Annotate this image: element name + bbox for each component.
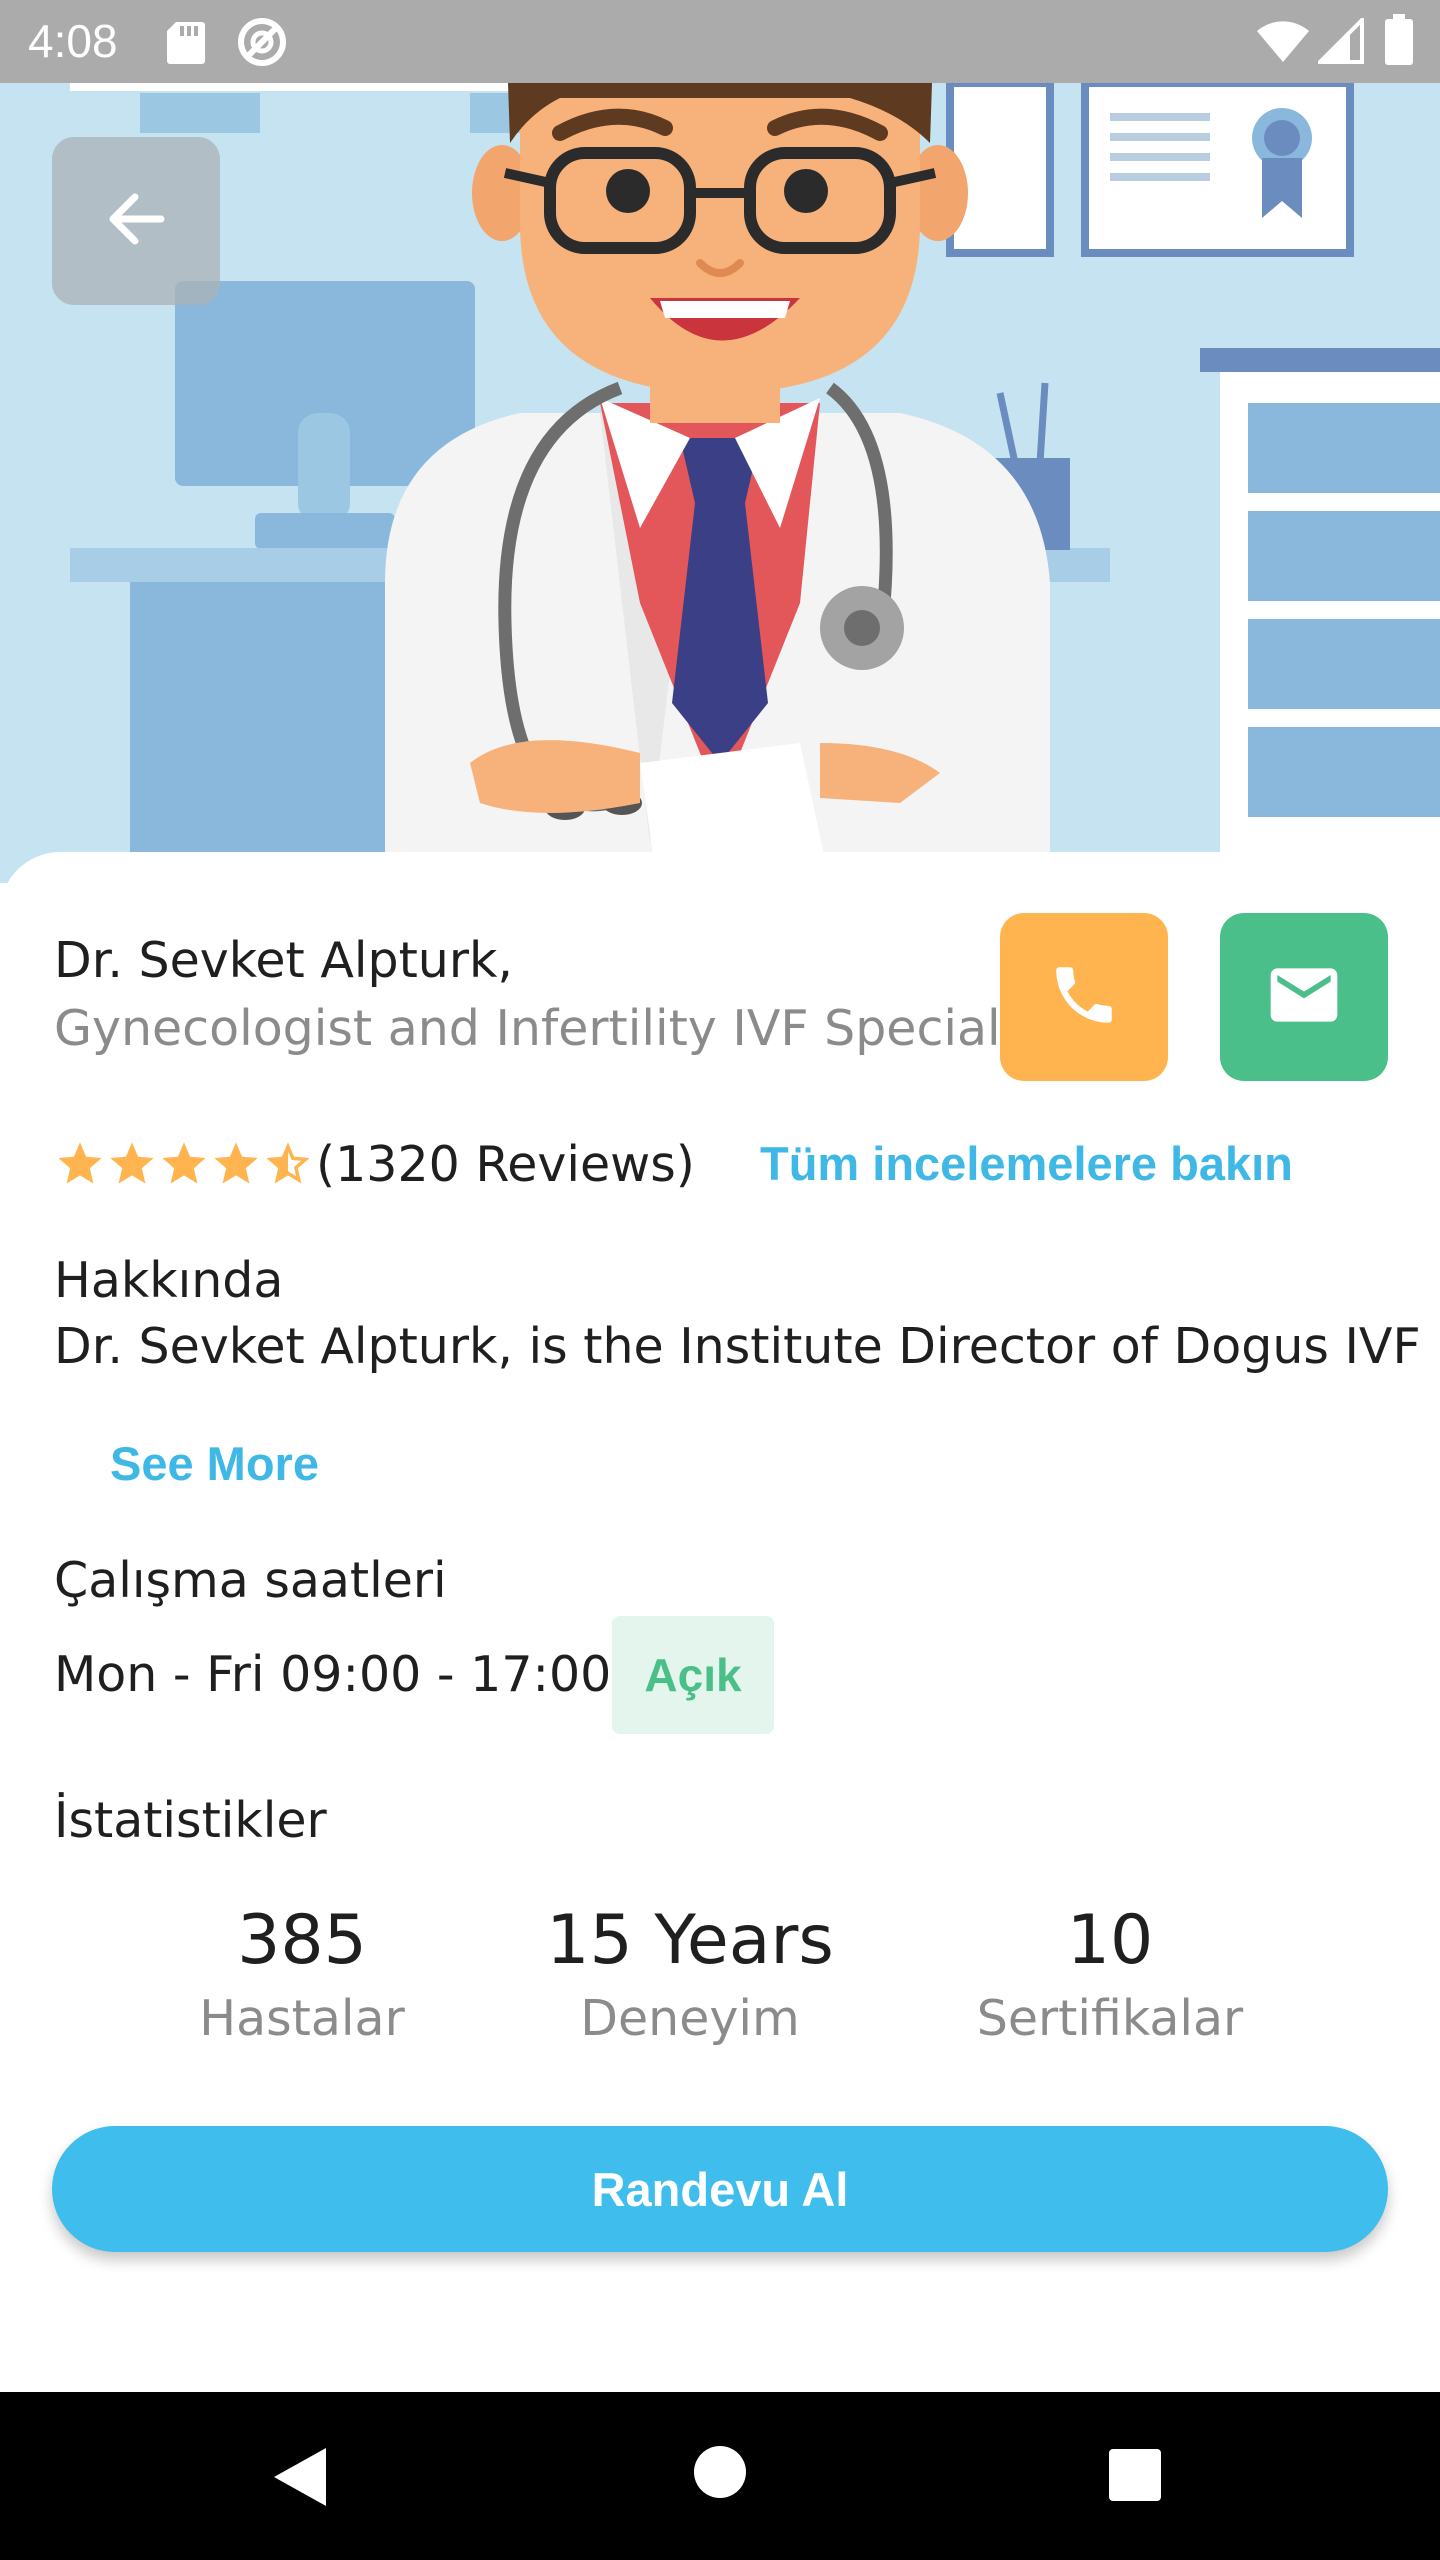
stat-label: Sertifikalar [976, 1990, 1244, 2047]
about-heading: Hakkında [54, 1252, 284, 1309]
status-time: 4:08 [28, 15, 118, 67]
star-icon [110, 1142, 154, 1184]
call-button[interactable] [1000, 913, 1168, 1081]
star-icon [214, 1142, 258, 1184]
stat-value: 385 [237, 1901, 367, 1980]
sd-card-icon [166, 20, 206, 70]
star-icon [58, 1142, 102, 1184]
stat-value: 15 Years [546, 1901, 834, 1980]
appointment-button[interactable]: Randevu Al [52, 2126, 1388, 2252]
signal-icon [1315, 15, 1364, 68]
open-status-badge: Açık [612, 1616, 774, 1734]
sync-icon [236, 16, 288, 72]
back-button[interactable] [52, 137, 220, 305]
review-count: (1320 Reviews) [316, 1135, 695, 1193]
mail-button[interactable] [1220, 913, 1388, 1081]
nav-home-icon[interactable] [692, 2444, 748, 2504]
stat-label: Deneyim [580, 1990, 800, 2047]
stat-patients: 385 Hastalar [102, 1896, 502, 2052]
about-text: Dr. Sevket Alpturk, is the Institute Dir… [54, 1318, 1421, 1375]
status-bar: 4:08 [0, 0, 1440, 83]
stat-experience: 15 Years Deneyim [490, 1896, 890, 2052]
working-hours-text: Mon - Fri 09:00 - 17:00 [54, 1646, 612, 1703]
stats-heading: İstatistikler [54, 1792, 327, 1849]
wifi-icon [1256, 18, 1310, 68]
star-rating [54, 1138, 314, 1190]
doctor-name: Dr. Sevket Alpturk, [54, 932, 513, 989]
nav-recents-icon[interactable] [1108, 2448, 1162, 2506]
stat-value: 10 [1066, 1901, 1154, 1980]
working-hours-heading: Çalışma saatleri [54, 1552, 447, 1609]
star-half-icon [266, 1142, 310, 1184]
phone-icon [1047, 958, 1121, 1036]
stat-certificates: 10 Sertifikalar [910, 1896, 1310, 2052]
see-more-link[interactable]: See More [110, 1436, 319, 1491]
battery-icon [1384, 14, 1414, 70]
arrow-left-icon [101, 184, 171, 258]
stat-label: Hastalar [199, 1990, 405, 2047]
doctor-specialty: Gynecologist and Infertility IVF Special… [54, 1000, 1060, 1057]
mail-icon [1264, 955, 1344, 1039]
all-reviews-link[interactable]: Tüm incelemelere bakın [760, 1134, 1293, 1194]
system-nav-bar [0, 2392, 1440, 2560]
rating-row: (1320 Reviews) [54, 1134, 695, 1194]
nav-back-icon[interactable] [270, 2444, 330, 2514]
star-icon [162, 1142, 206, 1184]
